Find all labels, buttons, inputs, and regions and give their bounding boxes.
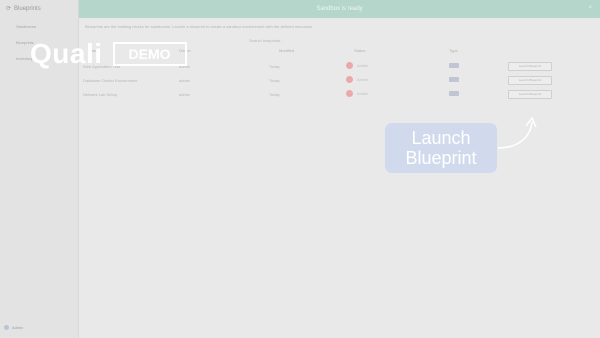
status-badge: Active [346, 90, 368, 97]
notification-banner: Sandbox is ready × [79, 0, 600, 18]
user-avatar [4, 325, 9, 330]
logo-wordmark: Quali [30, 38, 103, 69]
sidebar-item-sandboxes[interactable]: Sandboxes [16, 24, 36, 29]
sidebar-title[interactable]: ⟳ Blueprints [6, 5, 41, 13]
sidebar-footer[interactable]: Admin [4, 325, 23, 330]
blueprint-owner: admin [179, 78, 190, 83]
status-icon [346, 90, 353, 97]
launch-blueprint-button[interactable]: Launch Blueprint [508, 76, 552, 85]
blueprint-owner: admin [179, 92, 190, 97]
table-row[interactable]: Database Cluster Environment admin Today… [79, 74, 600, 86]
status-icon [346, 62, 353, 69]
blueprint-modified: Today [269, 92, 280, 97]
column-header-modified[interactable]: Modified [279, 48, 294, 53]
page-description: Blueprints are the building blocks for s… [85, 24, 314, 29]
type-badge [449, 91, 459, 96]
table-row[interactable]: Network Lab Setup admin Today Active Lau… [79, 88, 600, 100]
blueprint-name[interactable]: Database Cluster Environment [83, 78, 137, 83]
close-icon[interactable]: × [588, 5, 592, 11]
callout-line-2: Blueprint [405, 148, 477, 168]
search-input[interactable]: Search blueprints... [249, 38, 283, 43]
status-badge: Active [346, 62, 368, 69]
banner-text: Sandbox is ready [316, 6, 363, 12]
blueprint-modified: Today [269, 78, 280, 83]
callout-line-1: Launch [411, 128, 471, 148]
blueprint-modified: Today [269, 64, 280, 69]
launch-blueprint-button[interactable]: Launch Blueprint [508, 62, 552, 71]
blueprint-name[interactable]: Network Lab Setup [83, 92, 117, 97]
demo-badge: DEMO [112, 42, 187, 66]
column-header-type[interactable]: Type [449, 48, 458, 53]
column-header-status[interactable]: Status [354, 48, 365, 53]
launch-blueprint-callout: Launch Blueprint [385, 123, 497, 173]
refresh-icon: ⟳ [6, 6, 12, 12]
status-icon [346, 76, 353, 83]
type-badge [449, 77, 459, 82]
type-badge [449, 63, 459, 68]
quali-demo-logo: Quali DEMO [30, 40, 187, 68]
callout-arrow-icon [497, 116, 537, 149]
launch-blueprint-button[interactable]: Launch Blueprint [508, 90, 552, 99]
status-badge: Active [346, 76, 368, 83]
